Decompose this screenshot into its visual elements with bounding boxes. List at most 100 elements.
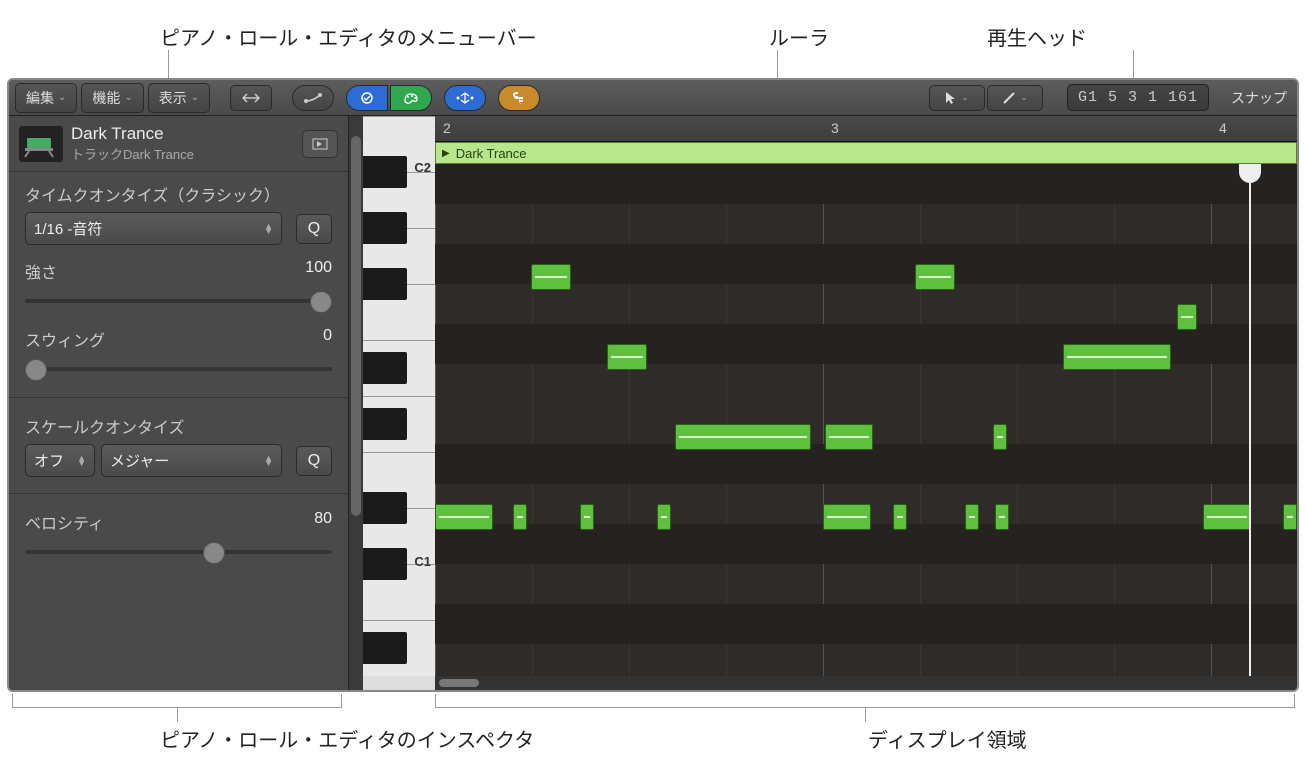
strength-value: 100 [305, 259, 332, 283]
collapse-icon[interactable] [230, 85, 272, 111]
track-name-block: Dark Trance トラックDark Trance [71, 124, 294, 163]
inspector-header: Dark Trance トラックDark Trance [9, 116, 348, 172]
play-icon: ▶ [442, 148, 450, 159]
scrollbar-thumb[interactable] [351, 136, 361, 516]
snap-label: スナップ [1231, 88, 1287, 108]
swing-slider[interactable] [25, 357, 332, 381]
midi-note[interactable] [893, 504, 907, 530]
velocity-value: 80 [314, 510, 332, 534]
ruler-mark: 4 [1219, 120, 1227, 136]
scale-quantize-label: スケールクオンタイズ [25, 414, 332, 438]
midi-note[interactable] [965, 504, 979, 530]
midi-note[interactable] [531, 264, 571, 290]
midi-note[interactable] [1177, 304, 1197, 330]
midi-note[interactable] [995, 504, 1009, 530]
midi-draw-icon[interactable] [346, 85, 388, 111]
region-name: Dark Trance [456, 146, 527, 161]
strength-slider[interactable] [25, 289, 332, 313]
callout-display: ディスプレイ領域 [868, 724, 1027, 753]
ruler-mark: 3 [831, 120, 839, 136]
chevron-down-icon: ⌄ [961, 92, 969, 103]
vertical-scrollbar[interactable] [349, 116, 363, 690]
midi-note[interactable] [657, 504, 671, 530]
velocity-slider[interactable] [25, 540, 332, 564]
snap-menu[interactable]: スナップ [1227, 84, 1291, 112]
midi-note[interactable] [675, 424, 811, 450]
midi-note[interactable] [993, 424, 1007, 450]
time-quantize-select[interactable]: 1/16 -音符 ▲▼ [25, 212, 282, 245]
position-display[interactable]: G1 5 3 1 161 [1067, 84, 1209, 111]
ruler-mark: 2 [443, 120, 451, 136]
scale-type-select[interactable]: メジャー ▲▼ [101, 444, 282, 477]
scale-quantize-select[interactable]: オフ ▲▼ [25, 444, 95, 477]
updown-icon: ▲▼ [264, 456, 273, 466]
scale-type-value: メジャー [110, 450, 169, 471]
pencil-tool[interactable]: ⌄ [987, 85, 1043, 111]
track-subtitle: トラックDark Trance [71, 144, 294, 163]
swing-value: 0 [323, 327, 332, 351]
display-area: 2 3 4 ▶ Dark Trance [435, 116, 1297, 690]
midi-note[interactable] [513, 504, 527, 530]
key-label-c1: C1 [414, 554, 431, 569]
chevron-down-icon: ⌄ [1020, 92, 1028, 103]
midi-note[interactable] [1283, 504, 1297, 530]
midi-tool-group [346, 85, 432, 111]
playhead[interactable] [1249, 164, 1251, 676]
midi-note[interactable] [825, 424, 873, 450]
midi-note[interactable] [823, 504, 871, 530]
strength-label: 強さ [25, 259, 57, 283]
callout-ruler: ルーラ [769, 22, 829, 51]
midi-note[interactable] [607, 344, 647, 370]
pointer-tool[interactable]: ⌄ [929, 85, 985, 111]
scale-quantize-section: スケールクオンタイズ オフ ▲▼ メジャー ▲▼ Q [9, 404, 348, 487]
horizontal-scrollbar[interactable] [435, 676, 1297, 690]
edit-menu[interactable]: 編集 ⌄ [15, 83, 77, 113]
swing-label: スウィング [25, 327, 105, 351]
piano-roll-menubar: 編集 ⌄ 機能 ⌄ 表示 ⌄ [9, 80, 1297, 116]
pointer-tool-group: ⌄ ⌄ [929, 85, 1043, 111]
ruler[interactable]: 2 3 4 [435, 116, 1297, 142]
bracket [435, 694, 1295, 708]
editor-body: Dark Trance トラックDark Trance タイムクオンタイズ（クラ… [9, 116, 1297, 690]
scrollbar-thumb[interactable] [439, 679, 479, 687]
midi-note[interactable] [1063, 344, 1171, 370]
callout-inspector: ピアノ・ロール・エディタのインスペクタ [160, 724, 534, 753]
edit-menu-label: 編集 [26, 88, 54, 108]
link-icon[interactable] [498, 85, 540, 111]
updown-icon: ▲▼ [77, 456, 86, 466]
functions-menu[interactable]: 機能 ⌄ [81, 83, 143, 113]
note-grid[interactable] [435, 164, 1297, 676]
catch-playhead-button[interactable] [302, 130, 338, 158]
view-menu-label: 表示 [159, 88, 187, 108]
time-quantize-section: タイムクオンタイズ（クラシック） 1/16 -音符 ▲▼ Q [9, 172, 348, 255]
strength-section: 強さ 100 [9, 255, 348, 323]
velocity-section: ベロシティ 80 [9, 500, 348, 574]
callout-line [865, 708, 866, 722]
midi-note[interactable] [915, 264, 955, 290]
velocity-label: ベロシティ [25, 510, 104, 534]
region-header[interactable]: ▶ Dark Trance [435, 142, 1297, 164]
time-quantize-value: 1/16 -音符 [34, 218, 102, 239]
midi-in-icon[interactable] [292, 85, 334, 111]
view-menu[interactable]: 表示 ⌄ [148, 83, 210, 113]
scale-quantize-button[interactable]: Q [296, 446, 332, 476]
automation-icon[interactable] [444, 85, 486, 111]
midi-note[interactable] [580, 504, 594, 530]
quantize-button[interactable]: Q [296, 214, 332, 244]
midi-palette-icon[interactable] [390, 85, 432, 111]
updown-icon: ▲▼ [264, 224, 273, 234]
midi-note[interactable] [1203, 504, 1251, 530]
time-quantize-label: タイムクオンタイズ（クラシック） [25, 182, 332, 206]
track-instrument-icon [19, 126, 63, 162]
swing-section: スウィング 0 [9, 323, 348, 391]
piano-keyboard[interactable]: C2 C1 [363, 116, 435, 690]
callout-playhead: 再生ヘッド [987, 22, 1087, 51]
callout-menubar: ピアノ・ロール・エディタのメニューバー [160, 22, 537, 51]
functions-menu-label: 機能 [92, 88, 120, 108]
track-name: Dark Trance [71, 124, 294, 144]
scale-quantize-value: オフ [34, 450, 64, 471]
callout-line [177, 708, 178, 722]
bracket [12, 694, 342, 708]
midi-note[interactable] [435, 504, 493, 530]
chevron-down-icon: ⌄ [58, 92, 66, 103]
